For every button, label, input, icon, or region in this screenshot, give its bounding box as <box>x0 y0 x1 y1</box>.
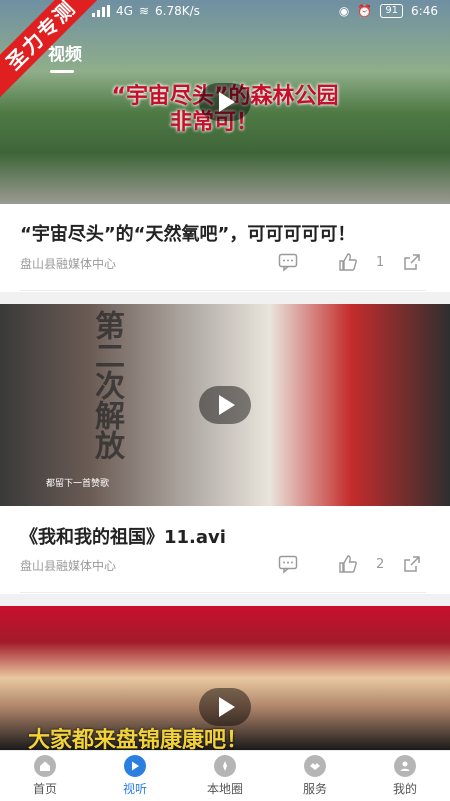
tab-service[interactable]: 服务 <box>270 751 360 801</box>
play-button[interactable] <box>199 688 251 726</box>
user-icon <box>394 755 416 777</box>
comment-icon[interactable] <box>278 554 298 574</box>
divider <box>20 290 426 291</box>
home-icon <box>34 755 56 777</box>
bottom-tab-bar: 首页 视听 本地圈 服务 我的 <box>0 750 450 801</box>
play-button[interactable] <box>199 83 251 121</box>
like-icon[interactable] <box>338 252 358 272</box>
divider <box>20 592 426 593</box>
tab-underline <box>50 70 74 73</box>
card-separator <box>0 292 450 304</box>
network-type: 4G <box>116 4 133 18</box>
video-source: 盘山县融媒体中心 <box>20 257 117 271</box>
thumbnail-caption: 都留下一首赞歌 <box>46 479 110 489</box>
tab-video[interactable]: 视听 <box>90 751 180 801</box>
card-separator <box>0 594 450 606</box>
like-count: 2 <box>376 557 385 572</box>
tab-label: 首页 <box>32 782 57 796</box>
video-source: 盘山县融媒体中心 <box>20 559 117 573</box>
video-title[interactable]: 《我和我的祖国》11.avi <box>20 523 226 549</box>
status-left: 4G ≋ 6.78K/s <box>92 4 200 18</box>
tab-label: 视听 <box>122 782 147 796</box>
alarm-icon: ⏰ <box>357 4 373 18</box>
compass-icon <box>214 755 236 777</box>
thumbnail-wall-text: 第二次解放 <box>89 310 124 460</box>
play-icon <box>124 755 146 777</box>
tab-profile[interactable]: 我的 <box>360 751 450 801</box>
comment-icon[interactable] <box>278 252 298 272</box>
tab-label: 服务 <box>302 782 327 796</box>
play-button[interactable] <box>199 386 251 424</box>
share-icon[interactable] <box>402 554 422 574</box>
top-header: 视频 <box>0 24 450 74</box>
eye-icon: ◉ <box>338 4 350 18</box>
video-title[interactable]: “宇宙尽头”的“天然氧吧”，可可可可可！ <box>20 220 355 246</box>
like-count: 1 <box>376 255 385 270</box>
share-icon[interactable] <box>402 252 422 272</box>
clock: 6:46 <box>411 4 438 18</box>
wifi-icon: ≋ <box>138 4 149 18</box>
tab-label: 本地圈 <box>206 782 243 796</box>
tab-home[interactable]: 首页 <box>0 751 90 801</box>
battery-icon: 91 <box>380 4 404 18</box>
tab-local[interactable]: 本地圈 <box>180 751 270 801</box>
handshake-icon <box>304 755 326 777</box>
signal-icon <box>92 5 110 17</box>
like-icon[interactable] <box>338 554 358 574</box>
status-right: ◉ ⏰ 91 6:46 <box>339 4 438 18</box>
tab-label: 我的 <box>392 782 417 796</box>
network-speed: 6.78K/s <box>155 4 200 18</box>
